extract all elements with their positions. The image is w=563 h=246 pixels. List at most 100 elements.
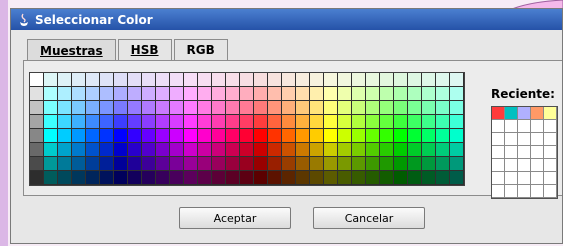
color-swatch[interactable] xyxy=(72,129,86,143)
recent-swatch[interactable] xyxy=(492,159,505,172)
color-swatch[interactable] xyxy=(310,87,324,101)
color-swatch[interactable] xyxy=(30,73,44,87)
color-swatch[interactable] xyxy=(86,115,100,129)
color-swatch[interactable] xyxy=(100,101,114,115)
color-swatch[interactable] xyxy=(212,129,226,143)
recent-swatch[interactable] xyxy=(518,133,531,146)
color-swatch[interactable] xyxy=(156,73,170,87)
recent-swatch[interactable] xyxy=(505,185,518,198)
color-swatch[interactable] xyxy=(310,171,324,185)
color-swatch[interactable] xyxy=(324,101,338,115)
color-swatch[interactable] xyxy=(422,171,436,185)
color-swatch[interactable] xyxy=(212,143,226,157)
color-swatch[interactable] xyxy=(394,101,408,115)
color-swatch[interactable] xyxy=(282,143,296,157)
color-swatch[interactable] xyxy=(436,143,450,157)
color-swatch[interactable] xyxy=(86,87,100,101)
color-swatch[interactable] xyxy=(86,73,100,87)
color-swatch[interactable] xyxy=(58,73,72,87)
tab-hsb[interactable]: HSB xyxy=(117,39,172,60)
color-swatch[interactable] xyxy=(198,101,212,115)
recent-swatch[interactable] xyxy=(518,107,531,120)
color-swatch[interactable] xyxy=(268,157,282,171)
color-swatch[interactable] xyxy=(352,73,366,87)
color-swatch[interactable] xyxy=(44,87,58,101)
color-swatch[interactable] xyxy=(184,171,198,185)
color-swatch[interactable] xyxy=(296,115,310,129)
color-swatch[interactable] xyxy=(408,143,422,157)
color-swatch[interactable] xyxy=(408,101,422,115)
color-swatch[interactable] xyxy=(44,73,58,87)
cancel-button[interactable]: Cancelar xyxy=(313,207,425,229)
color-swatch[interactable] xyxy=(170,129,184,143)
color-swatch[interactable] xyxy=(58,157,72,171)
color-swatch[interactable] xyxy=(422,87,436,101)
color-swatch[interactable] xyxy=(422,115,436,129)
color-swatch[interactable] xyxy=(58,171,72,185)
color-swatch[interactable] xyxy=(72,157,86,171)
color-swatch[interactable] xyxy=(380,115,394,129)
tab-rgb[interactable]: RGB xyxy=(173,39,228,60)
color-swatch[interactable] xyxy=(436,115,450,129)
color-swatch[interactable] xyxy=(184,157,198,171)
color-swatch[interactable] xyxy=(114,157,128,171)
color-swatch[interactable] xyxy=(352,87,366,101)
color-swatch[interactable] xyxy=(310,115,324,129)
color-swatch[interactable] xyxy=(58,87,72,101)
color-swatch[interactable] xyxy=(72,87,86,101)
color-swatch[interactable] xyxy=(170,87,184,101)
recent-swatch[interactable] xyxy=(492,146,505,159)
recent-swatch[interactable] xyxy=(531,159,544,172)
color-swatch[interactable] xyxy=(170,143,184,157)
color-swatch[interactable] xyxy=(310,129,324,143)
color-swatch[interactable] xyxy=(44,129,58,143)
color-swatch[interactable] xyxy=(408,115,422,129)
color-swatch[interactable] xyxy=(198,129,212,143)
color-swatch[interactable] xyxy=(352,171,366,185)
color-swatch[interactable] xyxy=(86,171,100,185)
color-swatch[interactable] xyxy=(198,115,212,129)
color-swatch[interactable] xyxy=(142,73,156,87)
color-swatch[interactable] xyxy=(268,87,282,101)
color-swatch[interactable] xyxy=(380,87,394,101)
recent-swatch[interactable] xyxy=(492,172,505,185)
color-swatch[interactable] xyxy=(394,73,408,87)
color-swatch[interactable] xyxy=(366,115,380,129)
color-swatch[interactable] xyxy=(142,115,156,129)
color-swatch[interactable] xyxy=(436,73,450,87)
color-swatch[interactable] xyxy=(30,101,44,115)
color-swatch[interactable] xyxy=(254,171,268,185)
color-swatch[interactable] xyxy=(450,171,464,185)
color-swatch[interactable] xyxy=(114,73,128,87)
color-swatch[interactable] xyxy=(338,73,352,87)
recent-swatch[interactable] xyxy=(544,133,557,146)
color-swatch[interactable] xyxy=(436,157,450,171)
color-swatch[interactable] xyxy=(422,143,436,157)
color-swatch[interactable] xyxy=(212,87,226,101)
color-swatch[interactable] xyxy=(240,129,254,143)
color-swatch[interactable] xyxy=(212,101,226,115)
color-swatch[interactable] xyxy=(380,171,394,185)
color-swatch[interactable] xyxy=(254,87,268,101)
recent-swatch[interactable] xyxy=(544,107,557,120)
color-swatch[interactable] xyxy=(324,157,338,171)
color-swatch[interactable] xyxy=(44,143,58,157)
color-swatch[interactable] xyxy=(184,115,198,129)
color-swatch[interactable] xyxy=(268,73,282,87)
color-swatch[interactable] xyxy=(128,101,142,115)
color-swatch[interactable] xyxy=(100,73,114,87)
recent-swatch[interactable] xyxy=(492,133,505,146)
color-swatch[interactable] xyxy=(436,171,450,185)
color-swatch[interactable] xyxy=(338,87,352,101)
recent-swatch[interactable] xyxy=(492,120,505,133)
color-swatch[interactable] xyxy=(58,143,72,157)
color-swatch[interactable] xyxy=(324,115,338,129)
color-swatch[interactable] xyxy=(394,171,408,185)
color-swatch[interactable] xyxy=(142,101,156,115)
color-swatch[interactable] xyxy=(226,129,240,143)
recent-swatch[interactable] xyxy=(518,159,531,172)
color-swatch[interactable] xyxy=(380,101,394,115)
color-swatch[interactable] xyxy=(436,101,450,115)
recent-swatch[interactable] xyxy=(505,120,518,133)
color-swatch[interactable] xyxy=(86,129,100,143)
